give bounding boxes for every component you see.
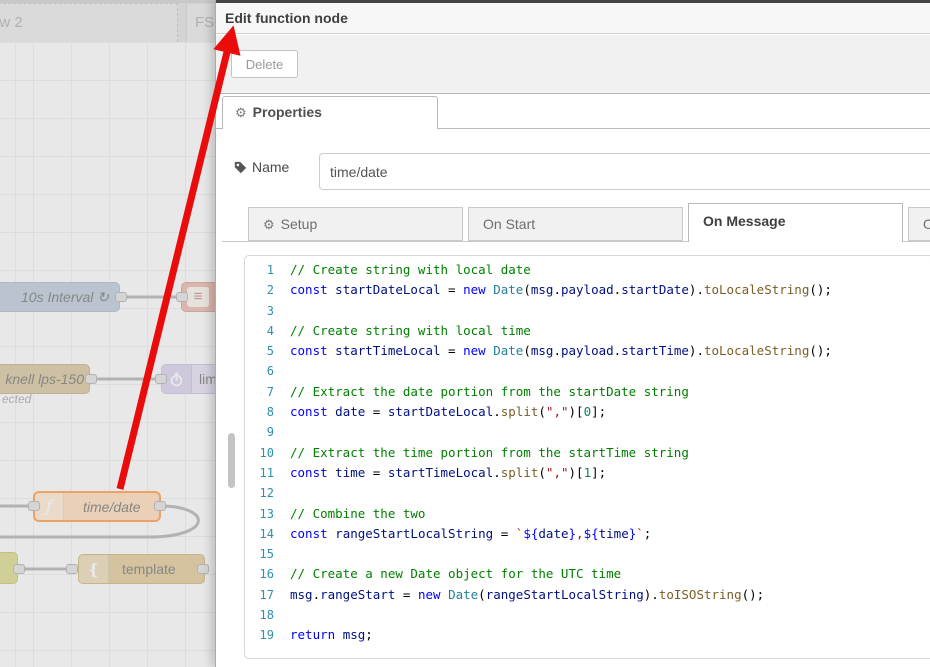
code-text: const rangeStartLocalString = `${date},$…: [290, 524, 651, 544]
line-number: 5: [245, 341, 285, 361]
code-text: // Create string with local time: [290, 321, 531, 341]
dialog-title: Edit function node: [216, 3, 930, 34]
code-text: // Create a new Date object for the UTC …: [290, 564, 621, 584]
tag-icon: [234, 161, 247, 179]
code-line[interactable]: 6: [245, 361, 930, 381]
edit-function-node-dialog: Edit function node Delete ⚙ Properties Na…: [215, 0, 930, 667]
code-line[interactable]: 10// Extract the time portion from the s…: [245, 443, 930, 463]
code-text: const startDateLocal = new Date(msg.payl…: [290, 280, 832, 300]
code-line[interactable]: 3: [245, 301, 930, 321]
delete-button[interactable]: Delete: [231, 50, 298, 78]
line-number: 13: [245, 504, 285, 524]
code-line[interactable]: 16// Create a new Date object for the UT…: [245, 564, 930, 584]
code-text: const time = startTimeLocal.split(",")[1…: [290, 463, 606, 483]
code-line[interactable]: 11const time = startTimeLocal.split(",")…: [245, 463, 930, 483]
line-number: 18: [245, 605, 285, 625]
line-number: 4: [245, 321, 285, 341]
dialog-toolbar: Delete: [216, 35, 930, 94]
code-editor[interactable]: 1// Create string with local date2const …: [244, 255, 930, 659]
code-text: // Create string with local date: [290, 260, 531, 280]
code-line[interactable]: 15: [245, 544, 930, 564]
properties-tab-label: Properties: [253, 104, 322, 120]
line-number: 19: [245, 625, 285, 645]
code-line[interactable]: 5const startTimeLocal = new Date(msg.pay…: [245, 341, 930, 361]
dialog-scrollbar-thumb[interactable]: [228, 433, 235, 488]
code-text: const date = startDateLocal.split(",")[0…: [290, 402, 606, 422]
line-number: 14: [245, 524, 285, 544]
code-line[interactable]: 2const startDateLocal = new Date(msg.pay…: [245, 280, 930, 300]
gear-icon: ⚙: [263, 217, 275, 232]
code-line[interactable]: 8const date = startDateLocal.split(",")[…: [245, 402, 930, 422]
line-number: 8: [245, 402, 285, 422]
tab-on-start[interactable]: On Start: [468, 207, 683, 241]
line-number: 7: [245, 382, 285, 402]
screen: ow 2 FS 10s Interval ↻ ≡ knell lps-150 e…: [0, 0, 930, 667]
code-lines: 1// Create string with local date2const …: [245, 260, 930, 646]
line-number: 9: [245, 422, 285, 442]
line-number: 2: [245, 280, 285, 300]
line-number: 11: [245, 463, 285, 483]
code-line[interactable]: 9: [245, 422, 930, 442]
code-line[interactable]: 1// Create string with local date: [245, 260, 930, 280]
code-line[interactable]: 4// Create string with local time: [245, 321, 930, 341]
gear-icon: ⚙: [235, 105, 247, 120]
line-number: 10: [245, 443, 285, 463]
code-line[interactable]: 12: [245, 483, 930, 503]
name-input[interactable]: [319, 153, 930, 190]
code-line[interactable]: 13// Combine the two: [245, 504, 930, 524]
line-number: 3: [245, 301, 285, 321]
tab-on-message[interactable]: On Message: [688, 203, 903, 242]
tab-setup[interactable]: ⚙ Setup: [248, 207, 463, 241]
code-line[interactable]: 7// Extract the date portion from the st…: [245, 382, 930, 402]
code-text: const startTimeLocal = new Date(msg.payl…: [290, 341, 832, 361]
tab-properties[interactable]: ⚙ Properties: [222, 96, 438, 129]
code-line[interactable]: 14const rangeStartLocalString = `${date}…: [245, 524, 930, 544]
code-text: // Combine the two: [290, 504, 425, 524]
name-field-label: Name: [252, 159, 289, 175]
line-number: 1: [245, 260, 285, 280]
code-text: // Extract the time portion from the sta…: [290, 443, 689, 463]
code-text: msg.rangeStart = new Date(rangeStartLoca…: [290, 585, 764, 605]
line-number: 15: [245, 544, 285, 564]
code-line[interactable]: 17msg.rangeStart = new Date(rangeStartLo…: [245, 585, 930, 605]
line-number: 17: [245, 585, 285, 605]
line-number: 12: [245, 483, 285, 503]
code-line[interactable]: 19return msg;: [245, 625, 930, 645]
code-text: return msg;: [290, 625, 373, 645]
code-text: // Extract the date portion from the sta…: [290, 382, 689, 402]
tab-setup-label: Setup: [281, 216, 318, 232]
tab-on-stop[interactable]: On Stop: [908, 207, 930, 241]
line-number: 6: [245, 361, 285, 381]
line-number: 16: [245, 564, 285, 584]
code-line[interactable]: 18: [245, 605, 930, 625]
